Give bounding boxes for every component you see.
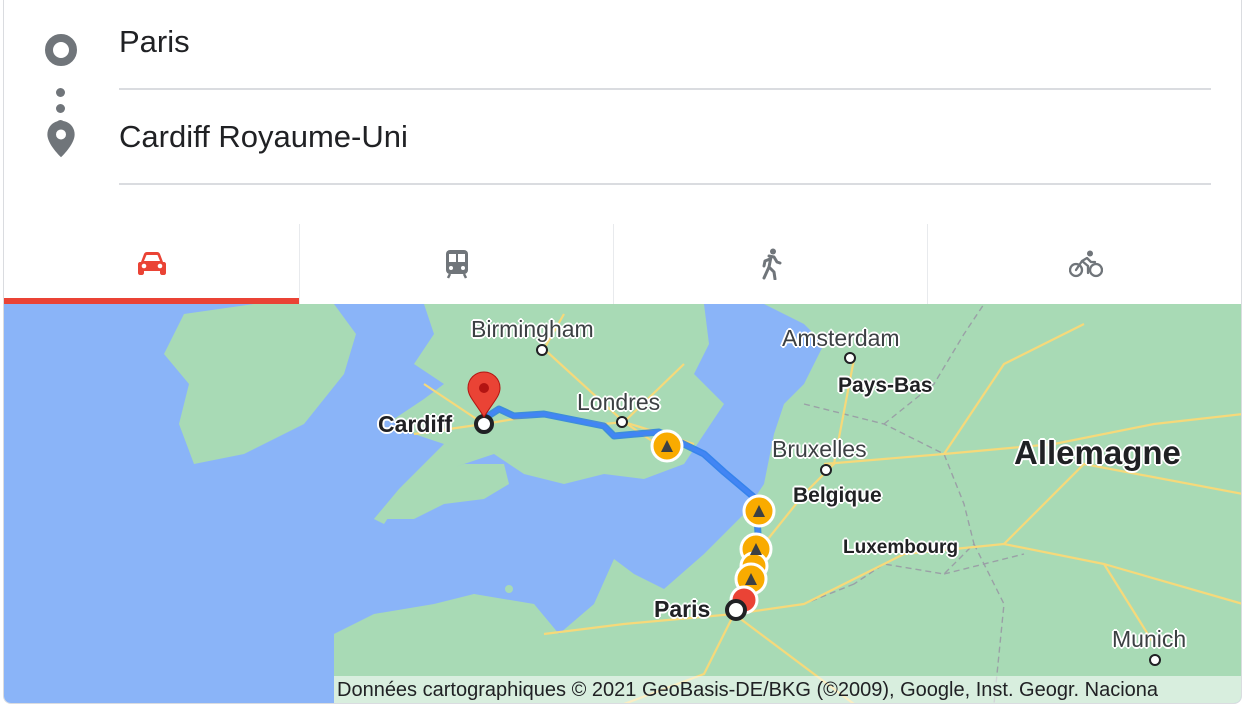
map-canvas — [164, 304, 1241, 703]
ireland-landmass — [164, 304, 356, 464]
origin-endpoint — [725, 599, 747, 621]
destination-row: Cardiff Royaume-Uni — [4, 115, 1241, 185]
map-label-amsterdam: Amsterdam — [782, 325, 900, 351]
tab-transit[interactable] — [299, 224, 613, 304]
location-pin-icon — [47, 120, 75, 158]
map-label-belgique: Belgique — [793, 484, 882, 507]
map-label-birmingham: Birmingham — [471, 316, 594, 342]
origin-value: Paris — [119, 24, 190, 59]
map-label-pays-bas: Pays-Bas — [838, 374, 933, 397]
map-label-paris: Paris — [654, 596, 711, 622]
destination-input[interactable]: Cardiff Royaume-Uni — [119, 115, 1211, 185]
tab-driving[interactable] — [4, 224, 299, 304]
car-icon — [137, 252, 166, 275]
travel-mode-tabs — [4, 224, 1241, 304]
tab-walking[interactable] — [613, 224, 927, 304]
cornwall-landmass — [374, 464, 509, 519]
map-label-luxembourg: Luxembourg — [843, 537, 959, 558]
bicycle-icon — [1068, 250, 1103, 278]
directions-card: Paris Cardiff Royaume-Uni Birmingham Lon… — [3, 0, 1242, 704]
map-attribution[interactable]: Données cartographiques © 2021 GeoBasis-… — [334, 676, 1241, 703]
map-label-bruxelles: Bruxelles — [772, 436, 867, 462]
map-label-cardiff: Cardiff — [378, 411, 453, 437]
origin-circle-icon — [45, 34, 77, 66]
origin-input[interactable]: Paris — [119, 20, 1211, 90]
train-icon — [445, 250, 468, 279]
map-label-munich: Munich — [1112, 626, 1187, 652]
map-view[interactable]: Birmingham Londres Cardiff Amsterdam Pay… — [4, 304, 1241, 703]
destination-value: Cardiff Royaume-Uni — [119, 119, 408, 154]
tab-cycling[interactable] — [927, 224, 1241, 304]
origin-row: Paris — [4, 20, 1241, 90]
map-label-allemagne: Allemagne — [1014, 434, 1181, 471]
walking-icon — [762, 248, 781, 280]
map-label-londres: Londres — [577, 389, 661, 415]
destination-endpoint — [474, 414, 494, 434]
